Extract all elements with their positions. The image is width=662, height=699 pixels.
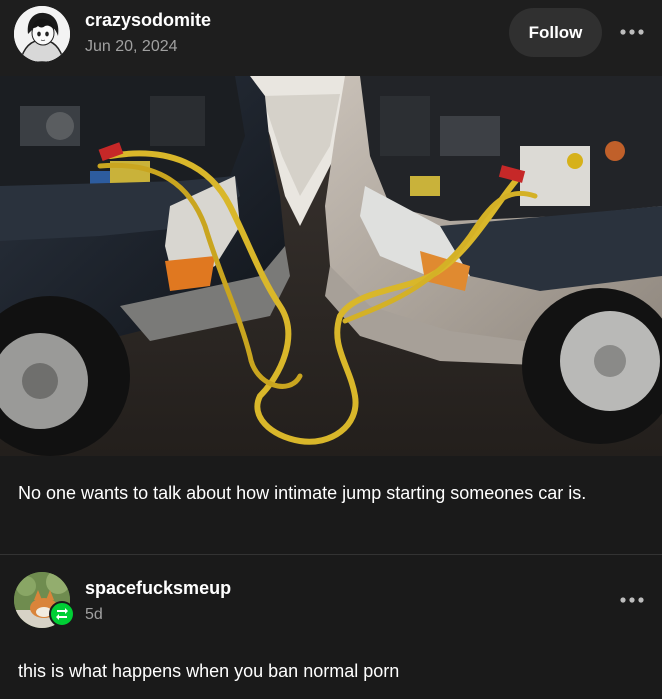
reblog-divider: [0, 554, 662, 555]
post-image[interactable]: [0, 76, 662, 456]
post-text: No one wants to talk about how intimate …: [18, 483, 587, 503]
reblog-author-username[interactable]: spacefucksmeup: [85, 578, 231, 599]
reblog-icon: [49, 601, 75, 627]
jump-start-cars-photo: [0, 76, 662, 456]
reblog-time[interactable]: 5d: [85, 606, 103, 624]
post-date[interactable]: Jun 20, 2024: [85, 38, 178, 56]
post-author-username[interactable]: crazysodomite: [85, 10, 211, 31]
more-options-icon[interactable]: [618, 22, 646, 42]
follow-button[interactable]: Follow: [509, 8, 602, 57]
user-avatar[interactable]: [14, 6, 70, 62]
anime-avatar-icon: [14, 6, 70, 62]
reblog-more-options-icon[interactable]: [618, 590, 646, 610]
reblog-text: this is what happens when you ban normal…: [18, 661, 400, 681]
